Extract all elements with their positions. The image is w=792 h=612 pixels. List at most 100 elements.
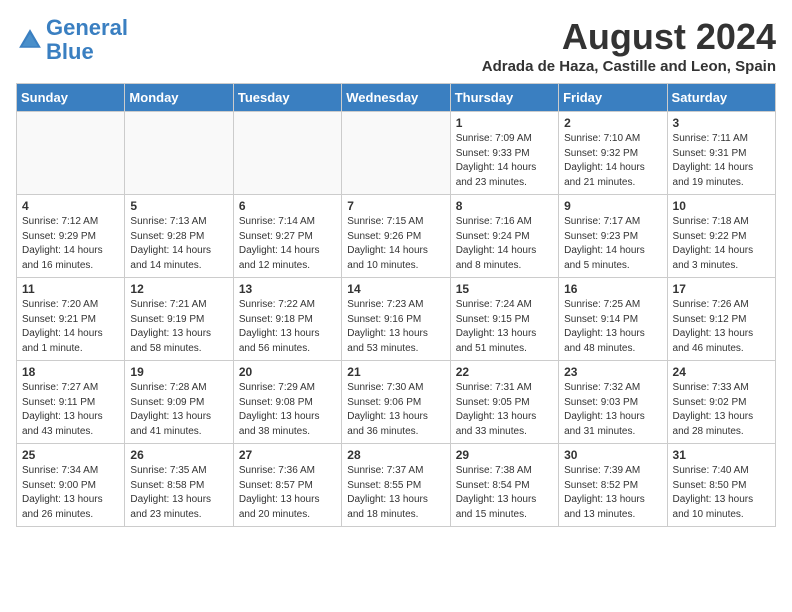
day-info: Sunrise: 7:40 AM Sunset: 8:50 PM Dayligh… <box>673 464 770 522</box>
day-info: Sunrise: 7:37 AM Sunset: 8:55 PM Dayligh… <box>347 464 444 522</box>
calendar-body: 1 Sunrise: 7:09 AM Sunset: 9:33 PM Daylig… <box>17 112 776 527</box>
day-number: 11 <box>22 282 119 296</box>
day-info: Sunrise: 7:28 AM Sunset: 9:09 PM Dayligh… <box>130 381 227 439</box>
logo-text: General Blue <box>46 16 128 64</box>
week-row-3: 11 Sunrise: 7:20 AM Sunset: 9:21 PM Dayli… <box>17 278 776 361</box>
day-cell <box>342 112 450 195</box>
day-info: Sunrise: 7:33 AM Sunset: 9:02 PM Dayligh… <box>673 381 770 439</box>
day-number: 4 <box>22 199 119 213</box>
day-number: 24 <box>673 365 770 379</box>
day-info: Sunrise: 7:39 AM Sunset: 8:52 PM Dayligh… <box>564 464 661 522</box>
day-cell: 1 Sunrise: 7:09 AM Sunset: 9:33 PM Daylig… <box>450 112 558 195</box>
day-number: 22 <box>456 365 553 379</box>
day-number: 21 <box>347 365 444 379</box>
header-cell-sunday: Sunday <box>17 84 125 112</box>
day-cell: 8 Sunrise: 7:16 AM Sunset: 9:24 PM Daylig… <box>450 195 558 278</box>
day-info: Sunrise: 7:12 AM Sunset: 9:29 PM Dayligh… <box>22 215 119 273</box>
day-info: Sunrise: 7:38 AM Sunset: 8:54 PM Dayligh… <box>456 464 553 522</box>
day-cell: 13Sunrise: 7:22 AM Sunset: 9:18 PM Dayli… <box>233 278 341 361</box>
day-cell: 24 Sunrise: 7:33 AM Sunset: 9:02 PM Dayli… <box>667 361 775 444</box>
day-cell: 25Sunrise: 7:34 AM Sunset: 9:00 PM Dayli… <box>17 444 125 527</box>
day-info: Sunrise: 7:30 AM Sunset: 9:06 PM Dayligh… <box>347 381 444 439</box>
day-info: Sunrise: 7:24 AM Sunset: 9:15 PM Dayligh… <box>456 298 553 356</box>
day-number: 20 <box>239 365 336 379</box>
day-number: 5 <box>130 199 227 213</box>
day-cell: 22 Sunrise: 7:31 AM Sunset: 9:05 PM Dayli… <box>450 361 558 444</box>
day-number: 14 <box>347 282 444 296</box>
header-cell-wednesday: Wednesday <box>342 84 450 112</box>
day-cell: 30 Sunrise: 7:39 AM Sunset: 8:52 PM Dayli… <box>559 444 667 527</box>
day-number: 31 <box>673 448 770 462</box>
day-number: 8 <box>456 199 553 213</box>
day-cell: 14 Sunrise: 7:23 AM Sunset: 9:16 PM Dayli… <box>342 278 450 361</box>
day-cell: 20 Sunrise: 7:29 AM Sunset: 9:08 PM Dayli… <box>233 361 341 444</box>
day-info: Sunrise: 7:13 AM Sunset: 9:28 PM Dayligh… <box>130 215 227 273</box>
day-info: Sunrise: 7:16 AM Sunset: 9:24 PM Dayligh… <box>456 215 553 273</box>
day-number: 16 <box>564 282 661 296</box>
logo-line1: General <box>46 15 128 40</box>
day-cell: 23 Sunrise: 7:32 AM Sunset: 9:03 PM Dayli… <box>559 361 667 444</box>
header-cell-saturday: Saturday <box>667 84 775 112</box>
day-info: Sunrise: 7:11 AM Sunset: 9:31 PM Dayligh… <box>673 132 770 190</box>
header-cell-tuesday: Tuesday <box>233 84 341 112</box>
day-info: Sunrise: 7:35 AM Sunset: 8:58 PM Dayligh… <box>130 464 227 522</box>
day-cell <box>125 112 233 195</box>
day-cell: 29 Sunrise: 7:38 AM Sunset: 8:54 PM Dayli… <box>450 444 558 527</box>
day-info: Sunrise: 7:25 AM Sunset: 9:14 PM Dayligh… <box>564 298 661 356</box>
calendar-table: SundayMondayTuesdayWednesdayThursdayFrid… <box>16 83 776 527</box>
day-cell: 28 Sunrise: 7:37 AM Sunset: 8:55 PM Dayli… <box>342 444 450 527</box>
day-info: Sunrise: 7:10 AM Sunset: 9:32 PM Dayligh… <box>564 132 661 190</box>
page-header: General Blue August 2024 Adrada de Haza,… <box>16 16 776 75</box>
day-number: 30 <box>564 448 661 462</box>
day-cell: 16 Sunrise: 7:25 AM Sunset: 9:14 PM Dayli… <box>559 278 667 361</box>
day-info: Sunrise: 7:09 AM Sunset: 9:33 PM Dayligh… <box>456 132 553 190</box>
day-number: 13 <box>239 282 336 296</box>
calendar-header: SundayMondayTuesdayWednesdayThursdayFrid… <box>17 84 776 112</box>
day-number: 29 <box>456 448 553 462</box>
day-info: Sunrise: 7:20 AM Sunset: 9:21 PM Dayligh… <box>22 298 119 356</box>
day-cell: 10Sunrise: 7:18 AM Sunset: 9:22 PM Dayli… <box>667 195 775 278</box>
week-row-1: 1 Sunrise: 7:09 AM Sunset: 9:33 PM Daylig… <box>17 112 776 195</box>
day-number: 12 <box>130 282 227 296</box>
day-number: 26 <box>130 448 227 462</box>
day-info: Sunrise: 7:23 AM Sunset: 9:16 PM Dayligh… <box>347 298 444 356</box>
day-cell: 9Sunrise: 7:17 AM Sunset: 9:23 PM Daylig… <box>559 195 667 278</box>
month-title: August 2024 <box>482 16 776 58</box>
day-info: Sunrise: 7:29 AM Sunset: 9:08 PM Dayligh… <box>239 381 336 439</box>
header-cell-monday: Monday <box>125 84 233 112</box>
day-number: 19 <box>130 365 227 379</box>
day-number: 17 <box>673 282 770 296</box>
week-row-2: 4 Sunrise: 7:12 AM Sunset: 9:29 PM Daylig… <box>17 195 776 278</box>
day-number: 28 <box>347 448 444 462</box>
day-cell: 18Sunrise: 7:27 AM Sunset: 9:11 PM Dayli… <box>17 361 125 444</box>
day-cell: 26 Sunrise: 7:35 AM Sunset: 8:58 PM Dayli… <box>125 444 233 527</box>
day-info: Sunrise: 7:32 AM Sunset: 9:03 PM Dayligh… <box>564 381 661 439</box>
header-row: SundayMondayTuesdayWednesdayThursdayFrid… <box>17 84 776 112</box>
day-cell <box>233 112 341 195</box>
day-number: 10 <box>673 199 770 213</box>
day-cell: 15Sunrise: 7:24 AM Sunset: 9:15 PM Dayli… <box>450 278 558 361</box>
day-cell: 7 Sunrise: 7:15 AM Sunset: 9:26 PM Daylig… <box>342 195 450 278</box>
day-cell: 17Sunrise: 7:26 AM Sunset: 9:12 PM Dayli… <box>667 278 775 361</box>
day-info: Sunrise: 7:15 AM Sunset: 9:26 PM Dayligh… <box>347 215 444 273</box>
day-info: Sunrise: 7:36 AM Sunset: 8:57 PM Dayligh… <box>239 464 336 522</box>
title-block: August 2024 Adrada de Haza, Castille and… <box>482 16 776 75</box>
logo: General Blue <box>16 16 128 64</box>
day-info: Sunrise: 7:27 AM Sunset: 9:11 PM Dayligh… <box>22 381 119 439</box>
day-cell: 27 Sunrise: 7:36 AM Sunset: 8:57 PM Dayli… <box>233 444 341 527</box>
day-info: Sunrise: 7:31 AM Sunset: 9:05 PM Dayligh… <box>456 381 553 439</box>
day-cell: 2Sunrise: 7:10 AM Sunset: 9:32 PM Daylig… <box>559 112 667 195</box>
day-number: 1 <box>456 116 553 130</box>
day-cell: 6Sunrise: 7:14 AM Sunset: 9:27 PM Daylig… <box>233 195 341 278</box>
day-info: Sunrise: 7:21 AM Sunset: 9:19 PM Dayligh… <box>130 298 227 356</box>
location-title: Adrada de Haza, Castille and Leon, Spain <box>482 58 776 75</box>
logo-icon <box>16 26 44 54</box>
day-cell: 21 Sunrise: 7:30 AM Sunset: 9:06 PM Dayli… <box>342 361 450 444</box>
day-number: 3 <box>673 116 770 130</box>
day-number: 27 <box>239 448 336 462</box>
day-number: 23 <box>564 365 661 379</box>
logo-line2: Blue <box>46 39 94 64</box>
day-info: Sunrise: 7:14 AM Sunset: 9:27 PM Dayligh… <box>239 215 336 273</box>
day-info: Sunrise: 7:17 AM Sunset: 9:23 PM Dayligh… <box>564 215 661 273</box>
day-number: 7 <box>347 199 444 213</box>
